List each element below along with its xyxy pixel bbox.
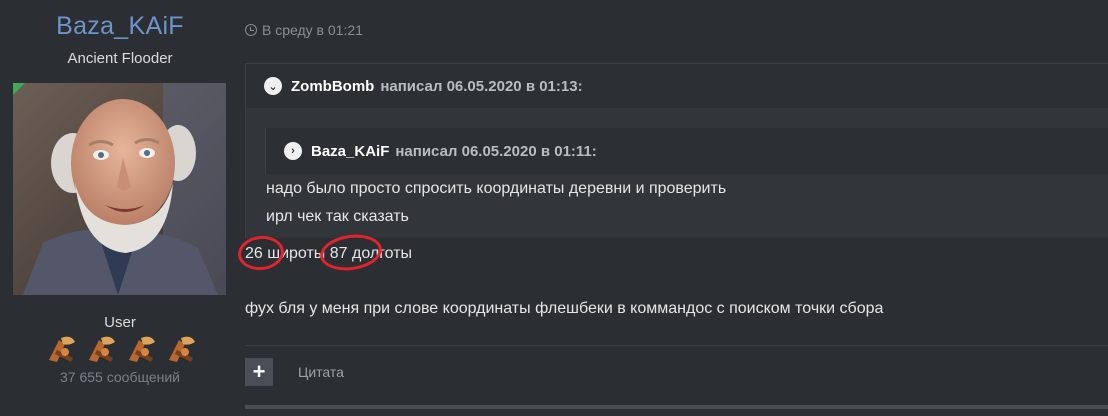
post-date[interactable]: В среду в 01:21 xyxy=(245,22,363,38)
author-panel: Baza_KAiF Ancient Flooder User 37 655 со… xyxy=(0,0,240,416)
quote-text-line: ирл чек так сказать xyxy=(266,208,409,225)
annotation-circle-latitude xyxy=(236,233,286,273)
rank-badge-icon xyxy=(49,336,75,362)
quote-author-outer[interactable]: ZombBomb xyxy=(291,78,374,95)
post-date-text: В среду в 01:21 xyxy=(262,22,363,38)
rank-badge-icon xyxy=(169,336,195,362)
rank-badges xyxy=(43,332,203,364)
quote-meta-outer: написал 06.05.2020 в 01:13: xyxy=(380,77,583,95)
quote-text-line: надо было просто спросить координаты дер… xyxy=(266,180,727,197)
rank-badge-icon xyxy=(129,336,155,362)
post-bottom-bar xyxy=(245,405,1108,409)
quote-button[interactable]: Цитата xyxy=(298,364,344,380)
post-content: В среду в 01:21 ⌄ ZombBomb написал 06.05… xyxy=(232,0,1108,416)
author-group: User xyxy=(104,314,136,331)
quote-header-inner[interactable]: › Baza_KAiF написал 06.05.2020 в 01:11: xyxy=(265,128,1108,174)
divider xyxy=(245,345,1108,346)
quote-header-outer[interactable]: ⌄ ZombBomb написал 06.05.2020 в 01:13: xyxy=(246,64,1108,108)
quote-author-inner[interactable]: Baza_KAiF xyxy=(311,143,389,160)
avatar-photo xyxy=(13,83,226,295)
post-body-line: фух бля у меня при слове координаты флеш… xyxy=(245,300,884,317)
quote-block-outer: ⌄ ZombBomb написал 06.05.2020 в 01:13: ›… xyxy=(245,63,1108,238)
author-username[interactable]: Baza_KAiF xyxy=(0,12,240,41)
avatar[interactable] xyxy=(13,83,226,295)
clock-icon xyxy=(245,24,257,36)
author-title: Ancient Flooder xyxy=(67,50,173,67)
add-reaction-button[interactable]: + xyxy=(245,358,273,386)
author-post-count: 37 655 сообщений xyxy=(60,369,180,385)
chevron-right-icon[interactable]: › xyxy=(284,142,302,160)
online-indicator xyxy=(13,83,25,95)
rank-badge-icon xyxy=(89,336,115,362)
quote-meta-inner: написал 06.05.2020 в 01:11: xyxy=(395,142,597,160)
chevron-down-icon[interactable]: ⌄ xyxy=(264,77,282,95)
